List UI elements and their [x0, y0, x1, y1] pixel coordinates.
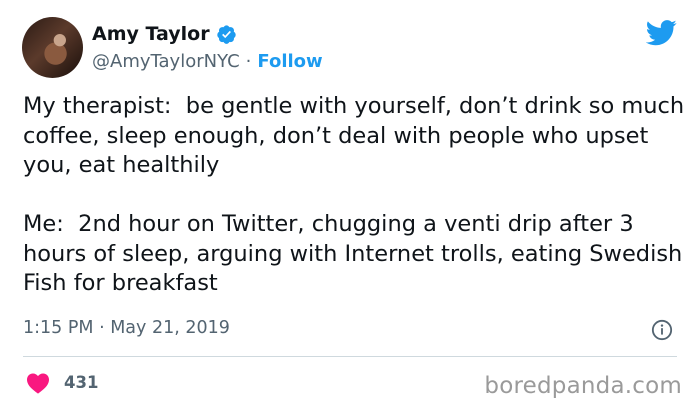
verified-badge-icon	[216, 24, 236, 44]
divider	[23, 356, 677, 357]
separator-dot: ·	[245, 51, 252, 72]
avatar[interactable]	[22, 17, 83, 78]
like-count: 431	[64, 373, 99, 392]
info-icon[interactable]	[651, 319, 673, 341]
author-name-row: Amy Taylor	[92, 23, 237, 45]
tweet-paragraph: My therapist: be gentle with yourself, d…	[23, 93, 692, 178]
follow-button[interactable]: Follow	[257, 51, 322, 72]
tweet-timestamp[interactable]: 1:15 PM · May 21, 2019	[23, 318, 230, 338]
tweet-body: My therapist: be gentle with yourself, d…	[23, 92, 688, 299]
twitter-bird-icon[interactable]	[646, 19, 677, 47]
author-name[interactable]: Amy Taylor	[92, 23, 210, 45]
watermark: boredpanda.com	[484, 373, 682, 399]
heart-icon[interactable]	[26, 372, 50, 394]
tweet-paragraph: Me: 2nd hour on Twitter, chugging a vent…	[23, 211, 690, 296]
author-handle-row: @AmyTaylorNYC · Follow	[92, 51, 323, 72]
author-handle[interactable]: @AmyTaylorNYC	[92, 51, 240, 72]
